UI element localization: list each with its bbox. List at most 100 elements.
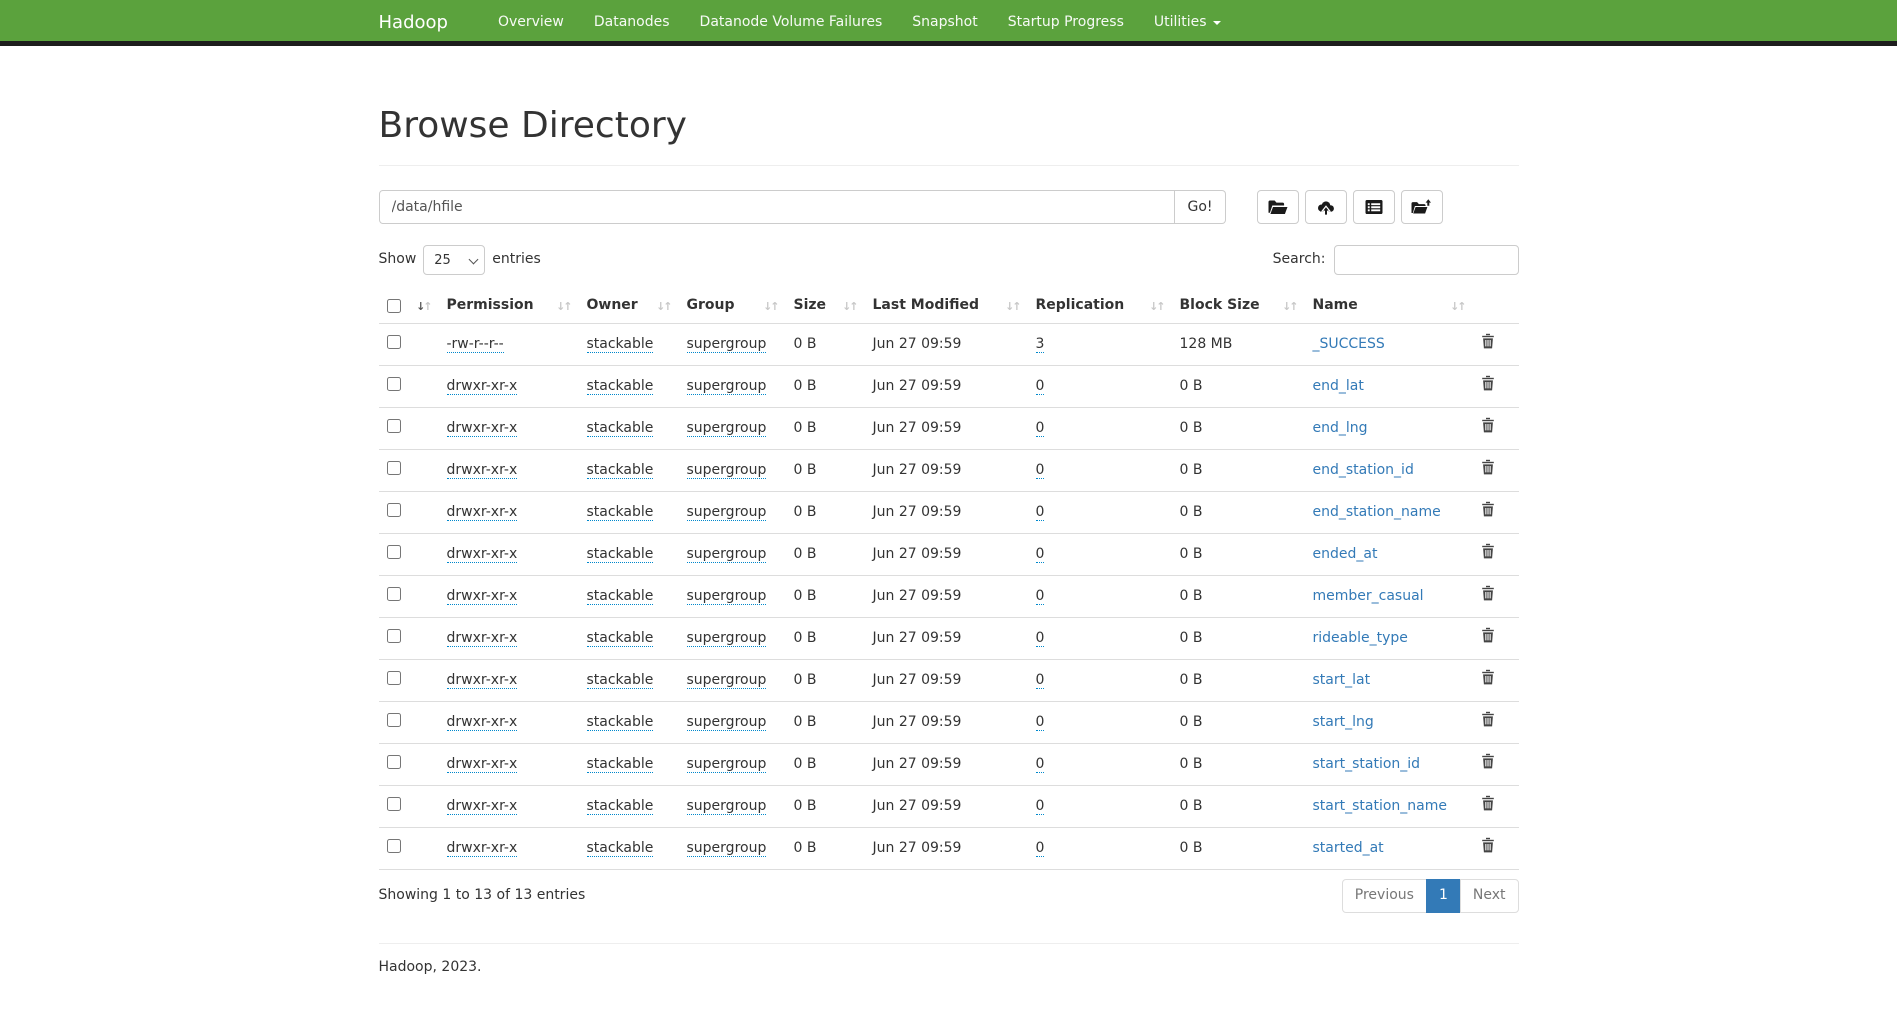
- delete-button[interactable]: [1481, 543, 1495, 562]
- delete-button[interactable]: [1481, 711, 1495, 730]
- permission-cell[interactable]: drwxr-xr-x: [447, 378, 518, 395]
- column-header-last-modified[interactable]: Last Modified: [865, 289, 1028, 323]
- delete-button[interactable]: [1481, 417, 1495, 436]
- file-name-link[interactable]: member_casual: [1313, 588, 1424, 604]
- delete-button[interactable]: [1481, 669, 1495, 688]
- delete-button[interactable]: [1481, 375, 1495, 394]
- column-header-group[interactable]: Group: [679, 289, 786, 323]
- owner-cell[interactable]: stackable: [587, 714, 654, 731]
- column-header-owner[interactable]: Owner: [579, 289, 679, 323]
- pagination-page-1[interactable]: 1: [1427, 879, 1461, 913]
- file-name-link[interactable]: start_station_name: [1313, 798, 1448, 814]
- group-cell[interactable]: supergroup: [687, 546, 767, 563]
- delete-button[interactable]: [1481, 753, 1495, 772]
- group-cell[interactable]: supergroup: [687, 840, 767, 857]
- permission-cell[interactable]: drwxr-xr-x: [447, 672, 518, 689]
- row-checkbox[interactable]: [387, 419, 401, 433]
- replication-cell[interactable]: 0: [1036, 630, 1045, 647]
- list-alt-button[interactable]: [1353, 190, 1395, 224]
- column-header-size[interactable]: Size: [786, 289, 865, 323]
- file-name-link[interactable]: start_lng: [1313, 714, 1374, 730]
- row-checkbox[interactable]: [387, 797, 401, 811]
- brand-link[interactable]: Hadoop: [379, 10, 463, 36]
- permission-cell[interactable]: drwxr-xr-x: [447, 630, 518, 647]
- delete-button[interactable]: [1481, 795, 1495, 814]
- replication-cell[interactable]: 0: [1036, 756, 1045, 773]
- owner-cell[interactable]: stackable: [587, 378, 654, 395]
- search-input[interactable]: [1334, 245, 1519, 275]
- file-name-link[interactable]: end_lng: [1313, 420, 1368, 436]
- replication-cell[interactable]: 0: [1036, 378, 1045, 395]
- group-cell[interactable]: supergroup: [687, 336, 767, 353]
- owner-cell[interactable]: stackable: [587, 504, 654, 521]
- permission-cell[interactable]: drwxr-xr-x: [447, 420, 518, 437]
- replication-cell[interactable]: 0: [1036, 588, 1045, 605]
- delete-button[interactable]: [1481, 333, 1495, 352]
- delete-button[interactable]: [1481, 837, 1495, 856]
- row-checkbox[interactable]: [387, 713, 401, 727]
- group-cell[interactable]: supergroup: [687, 378, 767, 395]
- permission-cell[interactable]: drwxr-xr-x: [447, 840, 518, 857]
- owner-cell[interactable]: stackable: [587, 546, 654, 563]
- group-cell[interactable]: supergroup: [687, 462, 767, 479]
- row-checkbox[interactable]: [387, 335, 401, 349]
- replication-cell[interactable]: 0: [1036, 672, 1045, 689]
- folder-open-button[interactable]: [1257, 190, 1299, 224]
- column-header-replication[interactable]: Replication: [1028, 289, 1172, 323]
- group-cell[interactable]: supergroup: [687, 504, 767, 521]
- row-checkbox[interactable]: [387, 671, 401, 685]
- owner-cell[interactable]: stackable: [587, 840, 654, 857]
- row-checkbox[interactable]: [387, 755, 401, 769]
- nav-startup-progress[interactable]: Startup Progress: [993, 0, 1139, 46]
- replication-cell[interactable]: 0: [1036, 714, 1045, 731]
- nav-utilities-dropdown[interactable]: Utilities: [1139, 0, 1236, 46]
- upload-button[interactable]: [1305, 190, 1347, 224]
- file-name-link[interactable]: rideable_type: [1313, 630, 1408, 646]
- owner-cell[interactable]: stackable: [587, 588, 654, 605]
- owner-cell[interactable]: stackable: [587, 630, 654, 647]
- owner-cell[interactable]: stackable: [587, 756, 654, 773]
- group-cell[interactable]: supergroup: [687, 798, 767, 815]
- group-cell[interactable]: supergroup: [687, 588, 767, 605]
- file-name-link[interactable]: end_station_name: [1313, 504, 1441, 520]
- directory-path-input[interactable]: [379, 190, 1176, 224]
- pagination-previous[interactable]: Previous: [1342, 879, 1427, 913]
- select-all-checkbox[interactable]: [387, 299, 401, 313]
- column-header-select[interactable]: [379, 289, 439, 323]
- permission-cell[interactable]: drwxr-xr-x: [447, 714, 518, 731]
- group-cell[interactable]: supergroup: [687, 756, 767, 773]
- replication-cell[interactable]: 0: [1036, 840, 1045, 857]
- column-header-block-size[interactable]: Block Size: [1172, 289, 1305, 323]
- file-name-link[interactable]: ended_at: [1313, 546, 1378, 562]
- permission-cell[interactable]: drwxr-xr-x: [447, 798, 518, 815]
- replication-cell[interactable]: 0: [1036, 504, 1045, 521]
- file-name-link[interactable]: start_station_id: [1313, 756, 1421, 772]
- group-cell[interactable]: supergroup: [687, 672, 767, 689]
- delete-button[interactable]: [1481, 459, 1495, 478]
- permission-cell[interactable]: -rw-r--r--: [447, 336, 504, 353]
- file-name-link[interactable]: end_lat: [1313, 378, 1364, 394]
- replication-cell[interactable]: 0: [1036, 420, 1045, 437]
- owner-cell[interactable]: stackable: [587, 798, 654, 815]
- nav-snapshot[interactable]: Snapshot: [897, 0, 992, 46]
- owner-cell[interactable]: stackable: [587, 672, 654, 689]
- group-cell[interactable]: supergroup: [687, 420, 767, 437]
- replication-cell[interactable]: 0: [1036, 462, 1045, 479]
- group-cell[interactable]: supergroup: [687, 714, 767, 731]
- go-button[interactable]: Go!: [1175, 190, 1225, 224]
- file-name-link[interactable]: _SUCCESS: [1313, 336, 1385, 352]
- page-size-select[interactable]: 25: [423, 245, 485, 275]
- nav-overview[interactable]: Overview: [483, 0, 579, 46]
- delete-button[interactable]: [1481, 585, 1495, 604]
- pagination-next[interactable]: Next: [1461, 879, 1519, 913]
- row-checkbox[interactable]: [387, 461, 401, 475]
- nav-datanodes[interactable]: Datanodes: [579, 0, 685, 46]
- replication-cell[interactable]: 0: [1036, 798, 1045, 815]
- column-header-name[interactable]: Name: [1305, 289, 1473, 323]
- file-name-link[interactable]: end_station_id: [1313, 462, 1414, 478]
- file-name-link[interactable]: started_at: [1313, 840, 1384, 856]
- file-name-link[interactable]: start_lat: [1313, 672, 1371, 688]
- owner-cell[interactable]: stackable: [587, 420, 654, 437]
- nav-datanode-volume-failures[interactable]: Datanode Volume Failures: [685, 0, 898, 46]
- permission-cell[interactable]: drwxr-xr-x: [447, 546, 518, 563]
